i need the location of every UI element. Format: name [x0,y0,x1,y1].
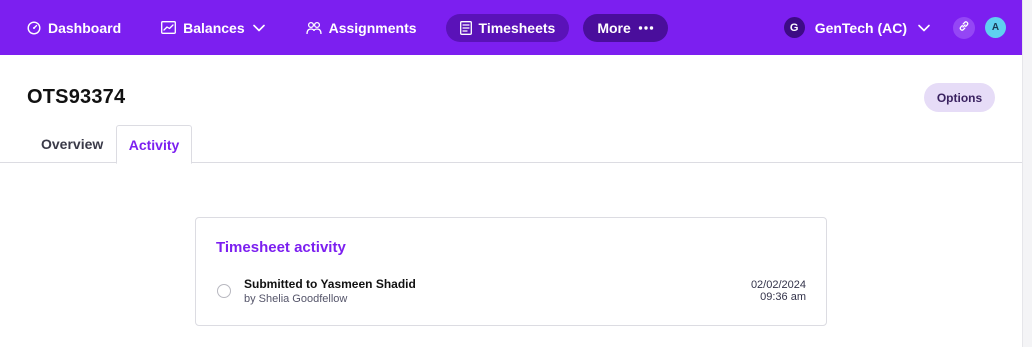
nav-dashboard[interactable]: Dashboard [16,14,132,42]
org-switcher[interactable]: G GenTech (AC) [783,17,931,38]
page-title: OTS93374 [27,86,126,108]
nav-timesheets-label: Timesheets [478,19,556,36]
nav-more-label: More [597,19,631,36]
event-date: 02/02/2024 [750,279,806,291]
tab-activity[interactable]: Activity [116,125,192,164]
nav-assignments[interactable]: Assignments [295,14,428,42]
link-icon [958,19,970,37]
card-title: Timesheet activity [216,239,346,256]
people-icon [305,21,322,35]
link-button[interactable] [953,16,975,39]
top-navigation: Dashboard Balances Assignments Timesheet… [0,0,1022,55]
chevron-down-icon [917,20,931,36]
chart-line-icon [161,21,177,34]
gauge-icon [27,20,41,35]
event-title: Submitted to Yasmeen Shadid [244,277,416,291]
timeline-dot-icon [217,284,231,298]
nav-dashboard-label: Dashboard [48,19,122,36]
nav-timesheets[interactable]: Timesheets [445,13,570,42]
event-time: 09:36 am [760,291,806,303]
org-badge: G [783,17,805,38]
chevron-down-icon [252,23,266,33]
timesheet-activity-card: Timesheet activity Submitted to Yasmeen … [195,217,827,326]
tab-overview[interactable]: Overview [27,125,115,163]
nav-assignments-label: Assignments [328,19,417,36]
page: Dashboard Balances Assignments Timesheet… [0,0,1032,347]
document-icon [459,20,472,35]
user-avatar[interactable]: A [985,17,1006,38]
nav-more[interactable]: More [583,13,668,42]
org-name: GenTech (AC) [814,19,907,36]
event-author: by Shelia Goodfellow [244,293,348,305]
nav-balances-label: Balances [183,19,245,36]
options-button[interactable]: Options [924,83,995,112]
nav-balances[interactable]: Balances [150,14,276,42]
more-dots-icon [638,25,654,31]
scrollbar[interactable] [1022,0,1032,347]
tab-bar: Overview Activity [0,125,1022,164]
